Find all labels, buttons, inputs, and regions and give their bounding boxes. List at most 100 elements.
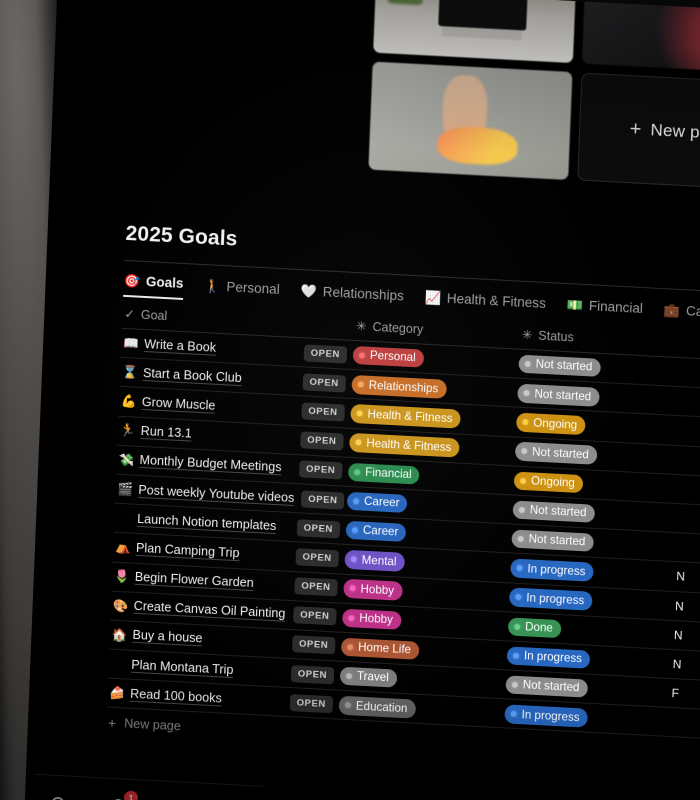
category-label: Education: [355, 699, 408, 715]
overflow-cell: [679, 475, 700, 507]
open-button[interactable]: OPEN: [300, 402, 345, 422]
category-pill: Health & Fitness: [350, 404, 461, 429]
status-pill: Not started: [511, 529, 594, 553]
status-pill: Done: [507, 616, 562, 639]
gallery-thumb-running-shoes[interactable]: [368, 61, 573, 180]
status-label: In progress: [521, 707, 580, 724]
briefcase-icon: 💼: [663, 302, 681, 318]
goal-title: Read 100 books: [129, 686, 223, 707]
status-label: Done: [524, 620, 554, 635]
goal-title: Grow Muscle: [141, 394, 216, 414]
search-button[interactable]: [48, 794, 70, 800]
overflow-cell: [678, 504, 700, 536]
gallery-strip: + New page: [368, 0, 700, 200]
status-pill: Ongoing: [516, 412, 586, 435]
tab-financial[interactable]: 💵 Financial: [566, 297, 643, 323]
status-pill: Ongoing: [513, 471, 584, 494]
category-pill: Career: [345, 520, 407, 543]
open-button[interactable]: OPEN: [293, 577, 338, 597]
open-button[interactable]: OPEN: [298, 460, 343, 480]
category-pill: Mental: [344, 549, 405, 572]
goal-emoji-icon: 🏃: [119, 423, 136, 439]
select-icon: ✳: [355, 319, 367, 334]
target-icon: 🎯: [123, 272, 141, 289]
column-header-category-label: Category: [372, 319, 424, 337]
status-pill: In progress: [506, 646, 591, 669]
page-container: 2025 Goals 🎯 Goals 🚶 Personal 🤍 Relation…: [105, 222, 700, 772]
tab-personal-label: Personal: [226, 279, 281, 298]
category-label: Career: [363, 494, 400, 510]
category-label: Health & Fitness: [366, 436, 452, 455]
category-pill: Relationships: [351, 374, 447, 399]
category-dot-icon: [345, 672, 353, 680]
goal-emoji-icon: 🗒: [115, 510, 133, 526]
status-label: Not started: [528, 532, 586, 549]
money-icon: 💵: [566, 297, 584, 313]
goal-title: Post weekly Youtube videos: [138, 482, 295, 506]
walking-person-icon: 🚶: [204, 278, 221, 294]
status-dot-icon: [512, 652, 520, 659]
status-dot-icon: [515, 594, 522, 601]
category-dot-icon: [354, 468, 361, 476]
gallery-row-bottom: + New page: [368, 61, 700, 192]
tab-health-and-fitness[interactable]: 📈 Health & Fitness: [424, 290, 546, 318]
status-label: In progress: [526, 591, 585, 608]
open-button[interactable]: OPEN: [291, 635, 336, 655]
table-body: 📖 Write a Book OPEN Personal Not started ⌛ Sta…: [106, 328, 700, 742]
status-dot-icon: [511, 681, 518, 688]
status-dot-icon: [514, 623, 521, 630]
open-button[interactable]: OPEN: [289, 693, 334, 714]
tab-career[interactable]: 💼 Career: [663, 302, 700, 327]
category-pill: Financial: [347, 462, 420, 485]
status-label: Ongoing: [533, 416, 578, 432]
goal-title: Launch Notion templates: [136, 511, 277, 534]
status-label: Not started: [531, 445, 590, 462]
open-button[interactable]: OPEN: [302, 373, 347, 393]
status-dot-icon: [521, 448, 528, 455]
open-button[interactable]: OPEN: [299, 431, 344, 451]
column-header-overflow[interactable]: [685, 328, 700, 361]
status-pill: Not started: [514, 441, 598, 465]
goal-emoji-icon: 🎬: [117, 481, 134, 497]
goal-title: Start a Book Club: [142, 365, 242, 386]
category-dot-icon: [358, 352, 366, 359]
open-button[interactable]: OPEN: [303, 343, 348, 364]
gallery-thumb-desk-with-laptop[interactable]: [373, 0, 578, 64]
search-icon: [51, 797, 65, 800]
category-label: Mental: [361, 553, 397, 569]
open-button[interactable]: OPEN: [295, 548, 340, 568]
open-button[interactable]: OPEN: [292, 606, 337, 626]
check-icon: ✓: [124, 306, 136, 322]
category-pill: Health & Fitness: [349, 433, 460, 458]
category-pill: Education: [338, 695, 416, 719]
toolbar-divider: [33, 773, 264, 787]
category-label: Hobby: [360, 582, 395, 598]
status-pill: Not started: [518, 354, 601, 378]
open-button[interactable]: OPEN: [300, 489, 345, 510]
tab-goals[interactable]: 🎯 Goals: [123, 272, 184, 300]
status-dot-icon: [524, 360, 531, 368]
goal-emoji-icon: 🎨: [112, 598, 129, 614]
tab-goals-label: Goals: [145, 274, 184, 291]
goal-emoji-icon: 🍰: [108, 685, 126, 701]
goal-emoji-icon: 💪: [120, 394, 137, 409]
status-dot-icon: [517, 535, 524, 543]
bottom-toolbar: 1: [31, 773, 264, 800]
open-button[interactable]: OPEN: [296, 518, 341, 539]
open-button[interactable]: OPEN: [290, 664, 335, 685]
category-label: Career: [362, 524, 399, 539]
heart-icon: 🤍: [300, 283, 318, 299]
tab-relationships[interactable]: 🤍 Relationships: [300, 283, 404, 310]
gallery-thumb-gym-workout[interactable]: [581, 0, 700, 75]
status-dot-icon: [518, 506, 525, 513]
status-dot-icon: [516, 564, 523, 572]
column-header-status-label: Status: [538, 328, 575, 344]
status-label: Not started: [522, 678, 580, 695]
tab-personal[interactable]: 🚶 Personal: [204, 278, 280, 304]
page-title: 2025 Goals: [125, 221, 238, 251]
gallery-new-page-button[interactable]: + New page: [577, 72, 700, 191]
status-dot-icon: [523, 389, 530, 397]
status-dot-icon: [519, 477, 527, 484]
tab-financial-label: Financial: [588, 298, 644, 317]
category-dot-icon: [351, 527, 359, 534]
